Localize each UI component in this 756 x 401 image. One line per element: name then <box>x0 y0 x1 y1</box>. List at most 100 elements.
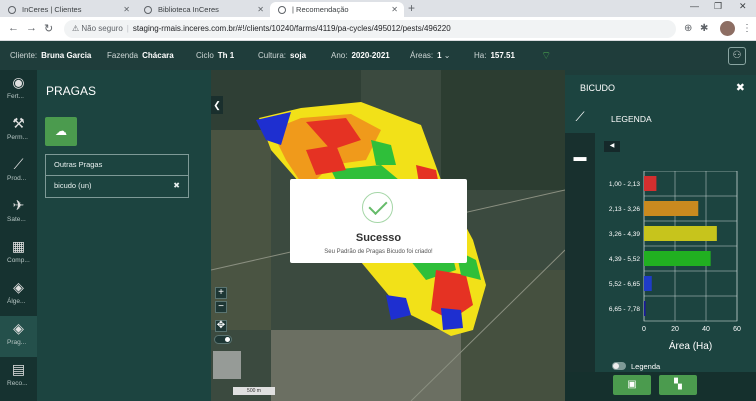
new-tab-button[interactable]: + <box>408 1 415 15</box>
pest-list: Outras Pragas bicudo (un) ✖ <box>45 154 189 198</box>
fullscreen-icon[interactable]: ✥ <box>215 320 227 332</box>
collapse-panel-button[interactable]: ❮ <box>211 96 223 114</box>
cloud-upload-icon: ☁ <box>55 124 67 138</box>
browser-tab-clientes[interactable]: InCeres | Clientes ✕ <box>0 2 136 17</box>
extensions-icon[interactable]: ✱ <box>700 23 708 34</box>
layers-icon: ◈ <box>13 320 24 336</box>
sidebar-item-compactacao[interactable]: ▦ Comp... <box>0 234 37 275</box>
bar <box>644 276 652 291</box>
scale-bar: 500 m <box>233 387 275 395</box>
satellite-icon: ✈ <box>12 197 25 213</box>
y-tick-label: 4,39 - 5,52 <box>609 256 640 263</box>
dialog-title: Sucesso <box>355 232 402 244</box>
sidebar-item-recomendacao[interactable]: ▤ Reco... <box>0 357 37 398</box>
legend-panel-tabs: ⟋ ▬ <box>565 101 595 372</box>
address-bar-row: ← → ↻ ⚠ Não seguro | staging-rmais.inceres… <box>0 17 756 41</box>
header-ha: Ha: 157.51 <box>474 51 515 60</box>
legend-toggle[interactable] <box>612 362 626 370</box>
close-tab-icon[interactable]: ✕ <box>257 2 264 17</box>
tab-label: Biblioteca InCeres <box>158 5 219 14</box>
tab-favicon-icon <box>8 6 16 14</box>
header-ciclo[interactable]: Ciclo Th 1 <box>196 42 234 70</box>
minimize-icon[interactable]: — <box>690 1 699 11</box>
module-sidebar: ◉ Fert... ⚒ Perm... ⟋ Prod... ✈ Sate... ▦ Com… <box>0 70 37 401</box>
pest-item-bicudo[interactable]: bicudo (un) ✖ <box>45 176 189 198</box>
tab-label: InCeres | Clientes <box>22 5 82 14</box>
y-tick-label: 2,13 - 3,26 <box>609 206 640 213</box>
panel-title: BICUDO <box>580 83 616 93</box>
url-input[interactable]: ⚠ Não seguro | staging-rmais.inceres.com.b… <box>64 20 676 38</box>
profile-avatar[interactable] <box>720 21 735 36</box>
tab-label: | Recomendação <box>292 5 349 14</box>
chart-line-icon: ⟋ <box>13 156 24 172</box>
layers-icon: ◈ <box>13 279 24 295</box>
tab-favicon-icon <box>144 6 152 14</box>
x-axis-label: Área (Ha) <box>669 339 712 352</box>
layer-toggle[interactable] <box>214 335 232 344</box>
export-button[interactable]: ▚ <box>659 375 697 395</box>
legend-heading: LEGENDA <box>611 114 652 124</box>
export-icon: ▚ <box>674 379 682 390</box>
zoom-out-button[interactable]: − <box>215 301 227 313</box>
close-icon[interactable]: ✖ <box>736 81 745 94</box>
basemap-thumbnail[interactable] <box>213 351 241 379</box>
maximize-icon[interactable]: ❐ <box>714 1 722 12</box>
tab-favicon-icon <box>278 6 286 14</box>
zoom-icon[interactable]: ⊕ <box>684 23 692 34</box>
header-cultura[interactable]: Cultura: soja <box>258 42 306 70</box>
y-tick-label: 3,26 - 4,39 <box>609 231 640 238</box>
browser-tab-recomendacao[interactable]: | Recomendação ✕ <box>270 2 404 17</box>
browser-tab-bar: InCeres | Clientes ✕ Biblioteca InCeres … <box>0 0 756 17</box>
zoom-in-button[interactable]: + <box>215 287 227 299</box>
legend-panel: BICUDO ✖ ⟋ ▬ LEGENDA ◀ 0 20 40 60 1,00 - 2,1… <box>565 75 756 401</box>
sidebar-item-fertilidade[interactable]: ◉ Fert... <box>0 70 37 111</box>
y-tick-label: 1,00 - 2,13 <box>609 181 640 188</box>
sidebar-item-permissoes[interactable]: ⚒ Perm... <box>0 111 37 152</box>
x-tick-label: 40 <box>702 326 710 333</box>
sidebar-item-satelite[interactable]: ✈ Sate... <box>0 193 37 234</box>
close-tab-icon[interactable]: ✕ <box>123 2 130 17</box>
sidebar-item-algebra[interactable]: ◈ Álge... <box>0 275 37 316</box>
success-dialog: Sucesso Seu Padrão de Pragas Bicudo foi … <box>290 179 467 263</box>
header-ano[interactable]: Ano: 2020-2021 <box>331 42 390 70</box>
chevron-down-icon: ⌄ <box>441 51 451 60</box>
save-icon: ▣ <box>627 379 637 390</box>
url-separator: | <box>126 24 129 33</box>
x-tick-label: 0 <box>642 326 646 333</box>
legend-footer: ▣ ▚ <box>565 372 756 401</box>
remove-icon[interactable]: ✖ <box>173 176 180 196</box>
upload-cloud-button[interactable]: ☁ <box>45 117 77 146</box>
tractor-icon: ⚒ <box>12 115 25 131</box>
legend-toggle-label: Legenda <box>631 362 661 371</box>
pest-item-outras[interactable]: Outras Pragas <box>45 154 189 176</box>
x-tick-label: 60 <box>733 326 741 333</box>
menu-dots-icon[interactable]: ⋮ <box>742 23 752 34</box>
success-check-icon <box>362 192 393 223</box>
x-tick-label: 20 <box>671 326 679 333</box>
header-cliente[interactable]: Cliente: Bruna Garcia <box>10 42 91 70</box>
paint-roller-icon[interactable]: ▬ <box>565 141 595 173</box>
user-menu-button[interactable]: ⚇ <box>728 47 746 65</box>
dialog-message: Seu Padrão de Pragas Bicudo foi criado! <box>324 249 433 255</box>
header-areas[interactable]: Áreas: 1 ⌄ <box>410 42 451 70</box>
chart-line-icon[interactable]: ⟋ <box>565 101 595 133</box>
header-fazenda[interactable]: Fazenda Chácara <box>107 42 174 70</box>
bar <box>644 251 711 266</box>
sidebar-item-pragas[interactable]: ◈ Prag... <box>0 316 37 357</box>
browser-tab-biblioteca[interactable]: Biblioteca InCeres ✕ <box>136 2 270 17</box>
y-tick-label: 5,52 - 6,65 <box>609 281 640 288</box>
back-icon[interactable]: ← <box>8 22 19 34</box>
pragas-panel: PRAGAS ☁ Outras Pragas bicudo (un) ✖ <box>37 70 211 401</box>
close-tab-icon[interactable]: ✕ <box>391 2 398 17</box>
url-text: staging-rmais.inceres.com.br/#!/clients/… <box>132 24 451 33</box>
area-bar-chart: 0 20 40 60 1,00 - 2,13 2,13 - 3,26 3,26 - 4,39… <box>609 171 741 352</box>
bar <box>644 226 717 241</box>
reload-icon[interactable]: ↻ <box>44 22 53 35</box>
forward-icon[interactable]: → <box>26 22 37 34</box>
fertilizer-icon: ◉ <box>12 74 25 90</box>
collapse-legend-button[interactable]: ◀ <box>604 141 620 152</box>
recommendation-icon: ▤ <box>11 361 26 377</box>
save-button[interactable]: ▣ <box>613 375 651 395</box>
sidebar-item-produtividade[interactable]: ⟋ Prod... <box>0 152 37 193</box>
close-window-icon[interactable]: ✕ <box>739 1 747 12</box>
